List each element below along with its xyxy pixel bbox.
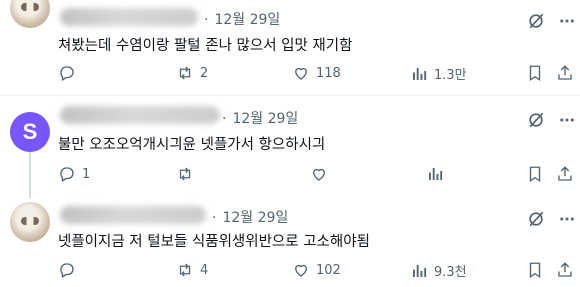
author-name[interactable] — [60, 106, 220, 124]
heart-icon — [313, 168, 325, 181]
more-icon[interactable] — [558, 210, 576, 228]
views-button[interactable]: 9.3천 — [410, 261, 467, 280]
repost-button[interactable]: 2 — [176, 64, 208, 82]
grok-icon[interactable] — [526, 110, 546, 130]
views-icon — [429, 168, 443, 180]
repost-icon — [179, 263, 191, 277]
like-button[interactable] — [310, 165, 334, 183]
bookmark-button[interactable] — [526, 261, 544, 279]
bookmark-button[interactable] — [526, 64, 544, 82]
bookmark-button[interactable] — [526, 165, 544, 183]
bookmark-icon — [529, 262, 541, 279]
reply-text: 넷플이지금 저 털보들 식품위생위반으로 고소해야됨 — [58, 234, 370, 250]
share-button[interactable] — [556, 165, 574, 183]
repost-icon — [179, 167, 191, 181]
avatar[interactable]: S — [10, 112, 50, 152]
heart-icon — [295, 67, 307, 80]
views-button[interactable]: 1.3만 — [410, 64, 467, 83]
share-icon — [558, 65, 572, 80]
heart-icon — [295, 264, 307, 277]
avatar-letter: S — [22, 119, 38, 144]
reply-count: 1 — [82, 166, 91, 182]
like-count: 102 — [316, 262, 341, 278]
reply-icon — [60, 167, 74, 182]
timestamp[interactable]: · 12월 29일 — [204, 9, 280, 29]
reply-button[interactable]: 1 — [58, 165, 90, 183]
share-button[interactable] — [556, 261, 574, 279]
avatar[interactable] — [10, 202, 50, 242]
reply-text: 쳐봤는데 수염이랑 팔털 존나 많으서 입맛 재기함 — [58, 38, 353, 54]
repost-button[interactable] — [176, 165, 200, 183]
repost-icon — [179, 66, 191, 80]
bookmark-icon — [529, 166, 541, 183]
reply-icon — [60, 263, 74, 278]
repost-button[interactable]: 4 — [176, 261, 208, 279]
share-icon — [558, 262, 572, 277]
reply-icon — [60, 66, 74, 81]
author-name[interactable] — [60, 206, 206, 224]
reply-1[interactable]: · 12월 29일 쳐봤는데 수염이랑 팔털 존나 많으서 입맛 재기함 2 11… — [0, 0, 580, 95]
views-button[interactable] — [426, 165, 450, 183]
grok-icon[interactable] — [526, 11, 546, 31]
more-icon[interactable] — [558, 111, 576, 129]
more-icon[interactable] — [558, 12, 576, 30]
share-icon — [558, 166, 572, 181]
like-button[interactable]: 102 — [292, 261, 341, 279]
reply-2[interactable]: S · 12월 29일 불만 오조오억개시긔윤 넷플가서 항으하시긔 1 — [0, 96, 580, 190]
repost-count: 4 — [200, 262, 209, 278]
bookmark-icon — [529, 65, 541, 82]
grok-icon[interactable] — [526, 209, 546, 229]
avatar[interactable] — [10, 0, 50, 28]
like-count: 118 — [316, 65, 341, 81]
author-name[interactable] — [60, 8, 198, 26]
views-count: 1.3만 — [434, 68, 467, 83]
views-icon — [413, 67, 427, 80]
reply-text: 불만 오조오억개시긔윤 넷플가서 항으하시긔 — [58, 137, 326, 153]
timestamp[interactable]: · 12월 29일 — [222, 108, 298, 128]
like-button[interactable]: 118 — [292, 64, 341, 82]
repost-count: 2 — [200, 65, 209, 81]
reply-3[interactable]: · 12월 29일 넷플이지금 저 털보들 식품위생위반으로 고소해야됨 4 10… — [0, 192, 580, 287]
share-button[interactable] — [556, 64, 574, 82]
reply-button[interactable] — [58, 64, 82, 82]
reply-button[interactable] — [58, 261, 82, 279]
views-icon — [413, 264, 427, 277]
views-count: 9.3천 — [434, 265, 467, 280]
timestamp[interactable]: · 12월 29일 — [212, 207, 288, 227]
